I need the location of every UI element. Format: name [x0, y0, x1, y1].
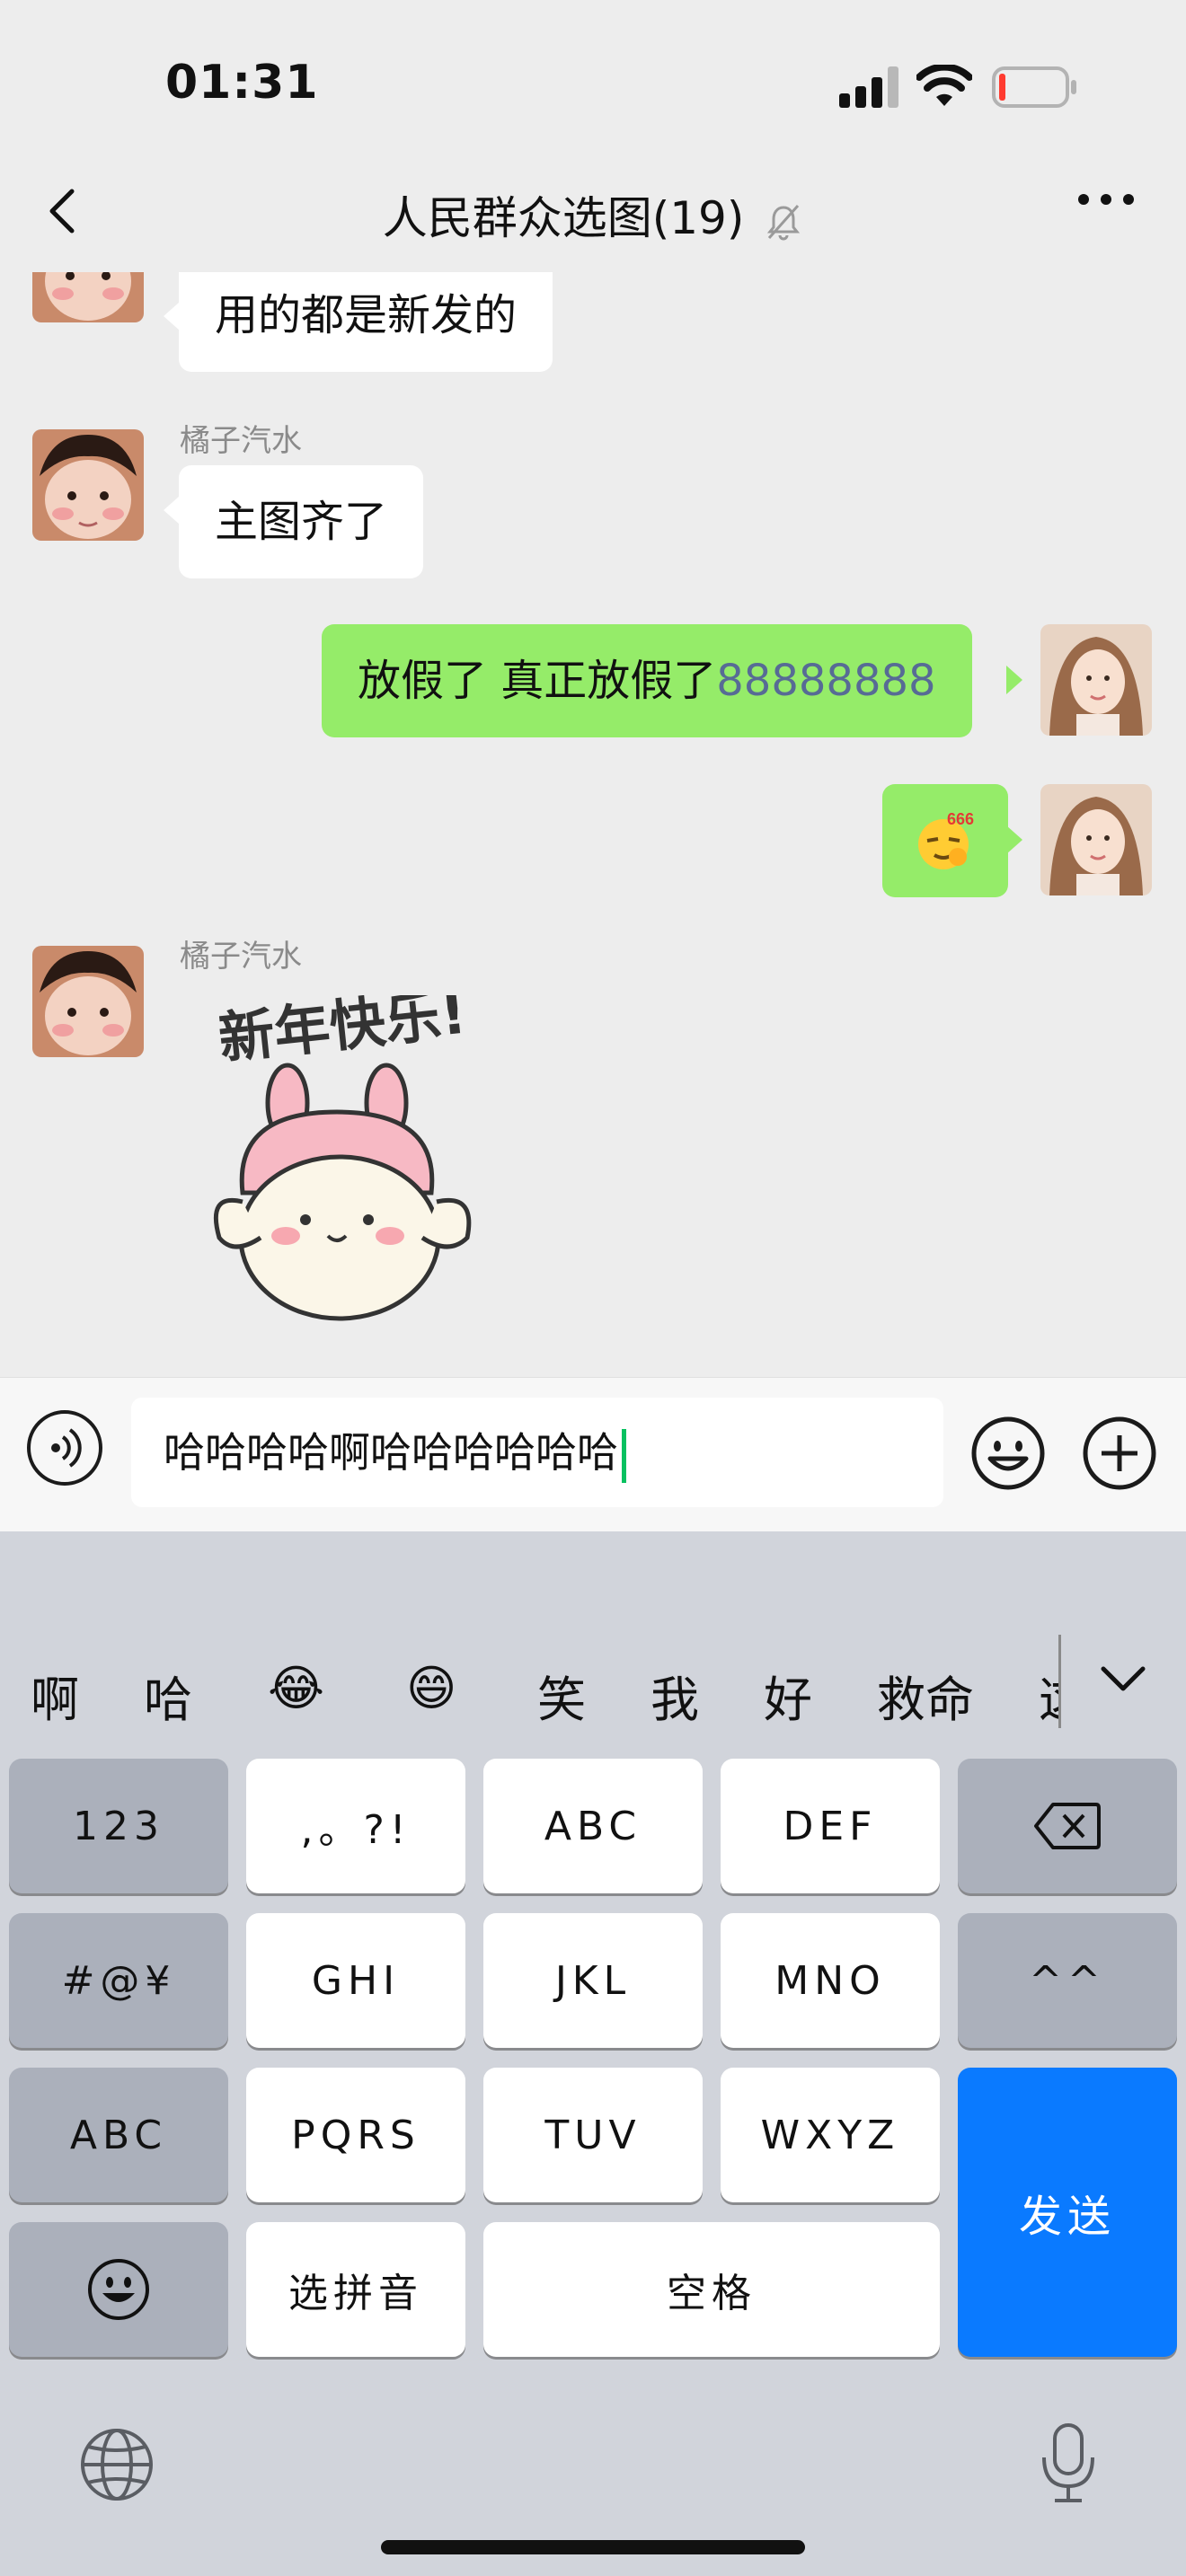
chat-title: 人民群众选图(19) — [0, 182, 1186, 247]
avatar-me[interactable] — [1040, 624, 1152, 736]
message-bubble-outgoing[interactable]: 放假了 真正放假了88888888 — [322, 624, 972, 737]
more-plus-icon[interactable] — [1082, 1416, 1157, 1491]
key-abc[interactable]: ABC — [483, 1759, 703, 1893]
send-key[interactable]: 发送 — [958, 2068, 1177, 2357]
battery-low-icon — [992, 66, 1076, 108]
phone-number-link[interactable]: 88888888 — [716, 656, 935, 706]
message-bubble-incoming[interactable]: 用的都是新发的 — [179, 272, 553, 372]
key-def[interactable]: DEF — [721, 1759, 940, 1893]
svg-text:666: 666 — [947, 810, 974, 828]
message-bubble-outgoing[interactable]: 666 — [882, 784, 1008, 897]
wifi-icon — [916, 65, 972, 106]
backspace-key[interactable] — [958, 1759, 1177, 1893]
key-mno[interactable]: MNO — [721, 1913, 940, 2048]
key-tuv[interactable]: TUV — [483, 2068, 703, 2202]
cellular-signal-icon — [839, 66, 898, 108]
avatar-baby[interactable] — [32, 272, 144, 322]
message-text: 放假了 真正放假了 — [358, 656, 717, 706]
key-kaomoji[interactable]: ^^ — [958, 1913, 1177, 2048]
key-ghi[interactable]: GHI — [246, 1913, 465, 2048]
home-indicator — [381, 2540, 805, 2554]
message-input-text: 哈哈哈哈啊哈哈哈哈哈哈 — [164, 1428, 618, 1477]
avatar-baby[interactable] — [32, 946, 144, 1057]
candidate-word[interactable]: 哈 — [144, 1660, 192, 1731]
text-cursor — [622, 1428, 626, 1483]
message-input[interactable]: 哈哈哈哈啊哈哈哈哈哈哈 — [131, 1398, 943, 1507]
candidate-word[interactable]: 啊 — [31, 1660, 79, 1731]
microphone-icon[interactable] — [1039, 2422, 1098, 2504]
candidate-word-partial[interactable]: 这 — [1039, 1660, 1058, 1731]
key-select-pinyin[interactable]: 选拼音 — [246, 2222, 465, 2357]
smiley-icon — [88, 2259, 149, 2320]
candidate-divider — [1058, 1635, 1061, 1728]
key-pqrs[interactable]: PQRS — [246, 2068, 465, 2202]
group-name: 人民群众选图 — [382, 192, 652, 244]
key-punctuation[interactable]: ,。?! — [246, 1759, 465, 1893]
emoji-key[interactable] — [9, 2222, 228, 2357]
more-options-icon[interactable] — [1076, 190, 1136, 208]
voice-icon — [51, 1428, 82, 1468]
bunny-new-year-sticker[interactable]: 新年快乐! — [207, 980, 512, 1337]
backspace-icon — [1034, 1803, 1101, 1849]
candidate-word[interactable]: 好 — [764, 1660, 812, 1731]
key-wxyz[interactable]: WXYZ — [721, 2068, 940, 2202]
member-count: (19) — [651, 192, 745, 244]
avatar-baby[interactable] — [32, 429, 144, 541]
candidate-emoji[interactable]: 😄 — [406, 1660, 456, 1716]
key-123[interactable]: 123 — [9, 1759, 228, 1893]
chat-messages: 用的都是新发的 橘子汽水 主图齐了 放假了 真正放假了88888888 666 … — [0, 272, 1186, 1377]
key-abc-switch[interactable]: ABC — [9, 2068, 228, 2202]
status-time: 01:31 — [165, 56, 319, 110]
candidate-word[interactable]: 救命 — [877, 1660, 974, 1731]
candidate-word[interactable]: 我 — [651, 1660, 699, 1731]
sticker-text: 新年快乐! — [216, 995, 469, 1072]
sender-name: 橘子汽水 — [180, 939, 302, 975]
avatar-me[interactable] — [1040, 784, 1152, 895]
candidate-emoji[interactable]: 😂 — [268, 1660, 324, 1716]
space-key[interactable]: 空格 — [483, 2222, 940, 2357]
mute-bell-icon — [767, 204, 801, 240]
key-symbols[interactable]: #@¥ — [9, 1913, 228, 2048]
message-bubble-incoming[interactable]: 主图齐了 — [179, 465, 424, 578]
key-jkl[interactable]: JKL — [483, 1913, 703, 2048]
emoji-button-icon[interactable] — [970, 1416, 1046, 1491]
voice-input-button[interactable] — [27, 1410, 102, 1486]
sender-name: 橘子汽水 — [180, 423, 302, 459]
666-emoji-icon: 666 — [918, 810, 974, 869]
chevron-down-icon[interactable] — [1098, 1663, 1148, 1696]
candidate-word[interactable]: 笑 — [537, 1660, 586, 1731]
globe-icon[interactable] — [79, 2427, 155, 2502]
